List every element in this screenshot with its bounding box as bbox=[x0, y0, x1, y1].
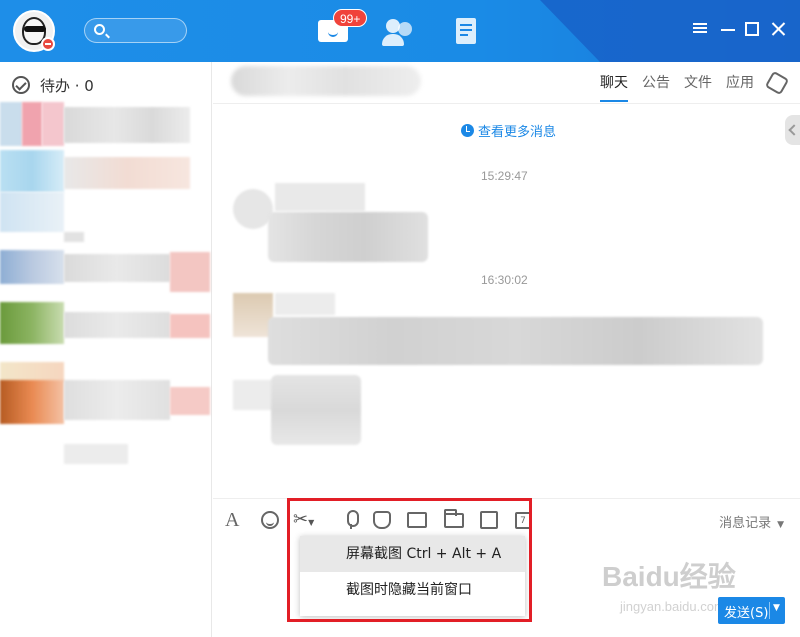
message-avatar bbox=[233, 189, 273, 229]
title-bar: 99+ bbox=[0, 0, 800, 62]
list-item-text bbox=[64, 107, 190, 143]
screenshot-menu: 屏幕截图 Ctrl + Alt + A 截图时隐藏当前窗口 bbox=[300, 536, 525, 616]
message-timestamp: 15:29:47 bbox=[481, 169, 528, 183]
send-options-chevron-icon[interactable]: ▼ bbox=[773, 603, 780, 613]
list-item-avatar bbox=[0, 302, 64, 344]
close-icon[interactable] bbox=[770, 21, 786, 37]
list-item-text bbox=[64, 254, 170, 282]
history-label: 消息记录 bbox=[719, 516, 772, 531]
conversation-sidebar: 待办 · 0 bbox=[0, 62, 212, 637]
emoji-icon[interactable] bbox=[261, 511, 279, 529]
avatar-glasses bbox=[24, 26, 46, 32]
scissors-icon[interactable]: ✂▼ bbox=[293, 509, 321, 531]
message-sender bbox=[275, 293, 335, 315]
app-window: 99+ 待办 · 0 聊天 公告 文件 应用 查看更多消息 15:29:47 1… bbox=[0, 0, 800, 637]
todo-label: 待办 · 0 bbox=[40, 76, 94, 95]
list-item-avatar bbox=[0, 102, 22, 146]
font-icon[interactable]: A bbox=[225, 509, 245, 531]
folder-icon[interactable] bbox=[444, 509, 464, 528]
status-badge[interactable] bbox=[41, 37, 55, 51]
list-item-text bbox=[64, 380, 170, 420]
image-icon[interactable] bbox=[407, 512, 427, 528]
message-avatar bbox=[233, 380, 273, 410]
menu-icon[interactable] bbox=[692, 21, 708, 37]
message-bubble bbox=[268, 317, 763, 365]
message-bubble bbox=[268, 212, 428, 262]
list-item-avatar bbox=[0, 250, 64, 284]
message-history-button[interactable]: 消息记录 ▼ bbox=[719, 512, 784, 531]
sticker-icon[interactable] bbox=[373, 511, 391, 529]
list-item-badge bbox=[170, 387, 210, 415]
screen-share-icon[interactable] bbox=[480, 511, 498, 529]
message-bubble bbox=[271, 375, 361, 445]
chevron-down-icon: ▼ bbox=[777, 520, 784, 530]
send-label: 发送(S) bbox=[724, 606, 769, 621]
clock-icon bbox=[461, 124, 474, 137]
contacts-icon-body bbox=[382, 34, 404, 46]
document-icon bbox=[456, 18, 476, 44]
search-icon bbox=[94, 24, 105, 35]
list-item-avatar bbox=[22, 102, 42, 146]
search-box[interactable] bbox=[84, 18, 187, 43]
chat-title bbox=[231, 66, 421, 96]
send-divider bbox=[769, 602, 770, 619]
send-button[interactable]: 发送(S) ▼ bbox=[718, 597, 785, 624]
microphone-icon[interactable] bbox=[343, 509, 363, 531]
calendar-icon[interactable]: 7 bbox=[515, 512, 531, 529]
list-item-avatar bbox=[0, 150, 64, 192]
check-circle-icon bbox=[12, 76, 30, 94]
tab-files[interactable]: 文件 bbox=[684, 72, 712, 100]
settings-hexagon-icon[interactable] bbox=[764, 70, 790, 96]
watermark-brand: Baidu经验 bbox=[602, 561, 736, 592]
tab-apps[interactable]: 应用 bbox=[726, 72, 754, 100]
list-item-avatar bbox=[42, 102, 64, 146]
message-sender bbox=[275, 183, 365, 211]
input-toolbar: A ✂▼ 7 消息记录 ▼ bbox=[213, 498, 800, 540]
list-item-text bbox=[64, 232, 84, 242]
header-accent bbox=[540, 0, 800, 62]
message-timestamp: 16:30:02 bbox=[481, 273, 528, 287]
more-messages-link[interactable]: 查看更多消息 bbox=[461, 121, 556, 140]
list-item-text bbox=[64, 157, 190, 189]
collapse-panel-button[interactable] bbox=[785, 115, 800, 145]
more-messages-label: 查看更多消息 bbox=[478, 125, 557, 140]
message-avatar bbox=[233, 293, 273, 337]
chat-header: 聊天 公告 文件 应用 bbox=[213, 62, 800, 104]
list-item-avatar bbox=[0, 380, 64, 424]
list-item-avatar bbox=[0, 362, 64, 382]
list-item-avatar bbox=[0, 192, 64, 232]
tab-chat[interactable]: 聊天 bbox=[600, 72, 628, 102]
tab-contacts[interactable] bbox=[382, 14, 416, 48]
menu-item-hide-window[interactable]: 截图时隐藏当前窗口 bbox=[300, 572, 525, 608]
list-item-badge bbox=[170, 314, 210, 338]
menu-item-screen-capture[interactable]: 屏幕截图 Ctrl + Alt + A bbox=[300, 536, 525, 572]
todo-item[interactable]: 待办 · 0 bbox=[12, 74, 94, 96]
list-item-text bbox=[64, 444, 128, 464]
watermark-url: jingyan.baidu.com bbox=[620, 599, 725, 614]
contacts-icon-second bbox=[398, 22, 412, 36]
minimize-icon[interactable] bbox=[720, 21, 736, 37]
maximize-icon[interactable] bbox=[745, 22, 759, 36]
tab-announcement[interactable]: 公告 bbox=[642, 72, 670, 100]
unread-badge: 99+ bbox=[333, 9, 368, 27]
tab-workspace[interactable] bbox=[451, 14, 485, 48]
chat-tabs: 聊天 公告 文件 应用 bbox=[586, 70, 790, 102]
list-item-text bbox=[64, 312, 170, 338]
list-item-badge bbox=[170, 252, 210, 292]
message-area: 查看更多消息 15:29:47 16:30:02 bbox=[213, 105, 800, 498]
